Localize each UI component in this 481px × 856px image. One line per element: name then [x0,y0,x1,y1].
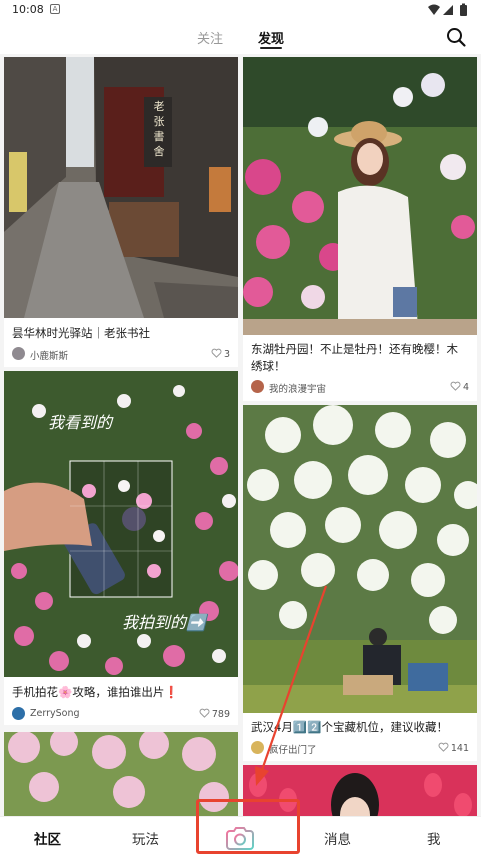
feed-grid: 老 张 書 舍 昙华林时光驿站｜老张书社 小鹿斯斯 3 东湖牡丹园！不止是牡丹！… [0,54,481,816]
signal-icon [443,5,453,15]
avatar[interactable] [12,707,25,720]
feed-card[interactable]: 东湖牡丹园！不止是牡丹！还有晚樱！木绣球！ 我的浪漫宇宙 4 [243,57,477,401]
author-name[interactable]: ZerrySong [30,708,80,719]
tab-follow[interactable]: 关注 [197,28,223,47]
like-count[interactable]: 3 [211,348,230,360]
card-title: 武汉4月1️⃣2️⃣个宝藏机位，建议收藏！ [251,720,448,734]
status-bar: 10:08 A [0,0,481,20]
card-meta: 疯仔出门了 141 [251,741,469,757]
avatar[interactable] [251,380,264,393]
active-tab-indicator [260,47,282,49]
overlay-text-top: 我看到的 [48,413,113,432]
card-meta: ZerrySong 789 [12,707,230,723]
nav-messages[interactable]: 消息 [324,828,351,848]
system-status-icons [428,3,467,16]
wifi-icon [428,4,440,15]
card-title: 手机拍花🌸攻略，谁拍谁出片❗ [12,685,179,699]
shop-sign: 老 张 書 舍 [153,100,165,158]
card-title: 昙华林时光驿站｜老张书社 [12,326,150,340]
card-image [243,57,477,335]
notification-a-icon: A [50,4,60,14]
tab-discover[interactable]: 发现 [258,28,284,47]
like-count[interactable]: 789 [199,708,230,720]
nav-play[interactable]: 玩法 [132,828,159,848]
card-meta: 小鹿斯斯 3 [12,347,230,363]
author-name[interactable]: 疯仔出门了 [269,742,317,756]
annotation-highlight-box [196,799,300,854]
status-time: 10:08 [12,3,44,16]
like-count[interactable]: 141 [438,742,469,754]
feed-card[interactable]: 我看到的 我拍到的➡️ 手机拍花🌸攻略，谁拍谁出片❗ ZerrySong 789 [4,371,238,725]
nav-me[interactable]: 我 [427,828,441,848]
card-image: 我看到的 我拍到的➡️ [4,371,238,677]
like-count[interactable]: 4 [450,381,469,393]
heart-icon [211,348,222,358]
avatar[interactable] [251,741,264,754]
card-image [243,405,477,713]
feed-card[interactable]: 武汉4月1️⃣2️⃣个宝藏机位，建议收藏！ 疯仔出门了 141 [243,405,477,761]
author-name[interactable]: 小鹿斯斯 [30,348,68,362]
heart-icon [199,708,210,718]
nav-community[interactable]: 社区 [34,828,61,848]
avatar[interactable] [12,347,25,360]
card-image: 老 张 書 舍 [4,57,238,318]
top-nav: 关注 发现 [0,20,481,54]
overlay-text-bottom: 我拍到的➡️ [122,613,206,632]
card-title: 东湖牡丹园！不止是牡丹！还有晚樱！木绣球！ [251,342,458,373]
feed-card[interactable]: 老 张 書 舍 昙华林时光驿站｜老张书社 小鹿斯斯 3 [4,57,238,367]
card-meta: 我的浪漫宇宙 4 [251,380,469,396]
heart-icon [450,381,461,391]
search-icon[interactable] [445,26,467,48]
author-name[interactable]: 我的浪漫宇宙 [269,381,326,395]
heart-icon [438,742,449,752]
battery-icon [460,5,467,16]
